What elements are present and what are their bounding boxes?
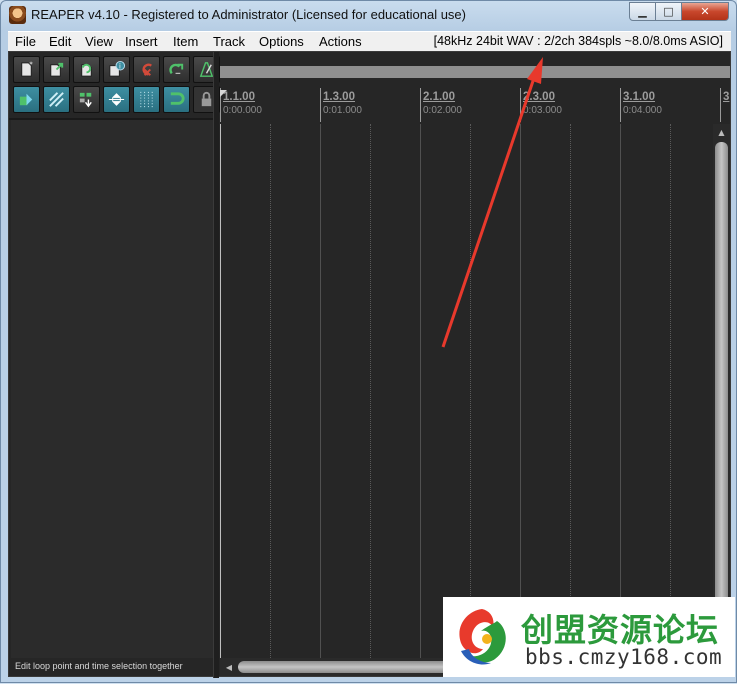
open-project-icon[interactable] bbox=[43, 56, 70, 83]
grid-line bbox=[570, 124, 571, 660]
reaper-app-icon[interactable] bbox=[9, 6, 26, 24]
ruler-tick bbox=[320, 88, 321, 122]
menu-options[interactable]: Options bbox=[259, 34, 304, 49]
title-bar[interactable]: REAPER v4.10 - Registered to Administrat… bbox=[1, 1, 736, 31]
snap-toggle-icon[interactable] bbox=[103, 86, 130, 113]
menu-item[interactable]: Item bbox=[173, 34, 198, 49]
arrange-view[interactable] bbox=[220, 124, 713, 660]
watermark: 创盟资源论坛 bbs.cmzy168.com bbox=[443, 597, 735, 677]
watermark-url: bbs.cmzy168.com bbox=[525, 645, 723, 669]
grid-line bbox=[470, 124, 471, 660]
redo-icon[interactable] bbox=[163, 56, 190, 83]
timeline-ruler[interactable]: 1.1.00 0:00.000 1.3.00 0:01.000 2.1.00 0… bbox=[220, 88, 730, 124]
svg-text:*: * bbox=[29, 61, 33, 69]
ruler-mark: 3 bbox=[720, 88, 730, 124]
grid-line bbox=[670, 124, 671, 660]
status-help-text: Edit loop point and time selection toget… bbox=[15, 661, 183, 671]
menu-track[interactable]: Track bbox=[213, 34, 245, 49]
app-window: REAPER v4.10 - Registered to Administrat… bbox=[0, 0, 737, 683]
vertical-scroll-thumb[interactable] bbox=[715, 142, 728, 656]
svg-text:i: i bbox=[119, 63, 121, 71]
grid-line bbox=[320, 124, 321, 660]
ruler-time-label: 0:01.000 bbox=[323, 105, 362, 116]
minimize-button[interactable]: ▁ bbox=[629, 2, 656, 21]
close-button[interactable]: ✕ bbox=[681, 2, 729, 21]
ruler-bar-label: 2.1.00 bbox=[423, 91, 455, 103]
audio-device-status[interactable]: [48kHz 24bit WAV : 2/2ch 384spls ~8.0/8.… bbox=[434, 34, 723, 48]
ruler-tick bbox=[520, 88, 521, 122]
project-settings-icon[interactable]: i bbox=[103, 56, 130, 83]
main-toolbar: * i bbox=[11, 56, 220, 116]
edit-cursor bbox=[220, 124, 221, 660]
ruler-time-label: 0:04.000 bbox=[623, 105, 662, 116]
ruler-time-label: 0:02.000 bbox=[423, 105, 462, 116]
menu-file[interactable]: File bbox=[15, 34, 36, 49]
scroll-up-arrow-icon[interactable]: ▲ bbox=[713, 124, 730, 140]
loop-lock-icon[interactable] bbox=[163, 86, 190, 113]
save-project-icon[interactable] bbox=[73, 56, 100, 83]
ruler-bar-label: 3.1.00 bbox=[623, 91, 655, 103]
menu-bar: File Edit View Insert Item Track Options… bbox=[8, 31, 731, 51]
item-grouping-icon[interactable] bbox=[73, 86, 100, 113]
menu-insert[interactable]: Insert bbox=[125, 34, 158, 49]
menu-actions[interactable]: Actions bbox=[319, 34, 362, 49]
vertical-scrollbar[interactable]: ▲ bbox=[713, 124, 730, 660]
grid-line bbox=[420, 124, 421, 660]
ruler-time-label: 0:03.000 bbox=[523, 105, 562, 116]
ruler-bar-label: 1.3.00 bbox=[323, 91, 355, 103]
grid-line bbox=[270, 124, 271, 660]
main-client-area: * i Edit loop point and time selection t… bbox=[8, 51, 731, 678]
maximize-button[interactable]: □ bbox=[655, 2, 682, 21]
window-title: REAPER v4.10 - Registered to Administrat… bbox=[31, 7, 466, 22]
ruler-tick bbox=[420, 88, 421, 122]
ruler-tick bbox=[620, 88, 621, 122]
play-cursor-marker[interactable] bbox=[220, 90, 227, 97]
loop-selection-bar[interactable] bbox=[220, 66, 730, 78]
grid-toggle-icon[interactable] bbox=[13, 86, 40, 113]
grid-lines-icon[interactable] bbox=[133, 86, 160, 113]
menu-edit[interactable]: Edit bbox=[49, 34, 71, 49]
scroll-left-arrow-icon[interactable]: ◀ bbox=[222, 658, 236, 676]
ruler-bar-label: 3 bbox=[723, 91, 730, 103]
ripple-edit-icon[interactable] bbox=[43, 86, 70, 113]
tcp-splitter[interactable] bbox=[213, 52, 219, 678]
menu-view[interactable]: View bbox=[85, 34, 113, 49]
ruler-tick bbox=[720, 88, 721, 122]
ruler-bar-label: 1.1.00 bbox=[223, 91, 255, 103]
grid-line bbox=[370, 124, 371, 660]
undo-icon[interactable] bbox=[133, 56, 160, 83]
new-project-icon[interactable]: * bbox=[13, 56, 40, 83]
ruler-time-label: 0:00.000 bbox=[223, 105, 262, 116]
track-control-panel[interactable] bbox=[11, 120, 213, 658]
ruler-bar-label: 2.3.00 bbox=[523, 91, 555, 103]
watermark-logo bbox=[459, 609, 506, 665]
grid-line bbox=[520, 124, 521, 660]
grid-line bbox=[620, 124, 621, 660]
